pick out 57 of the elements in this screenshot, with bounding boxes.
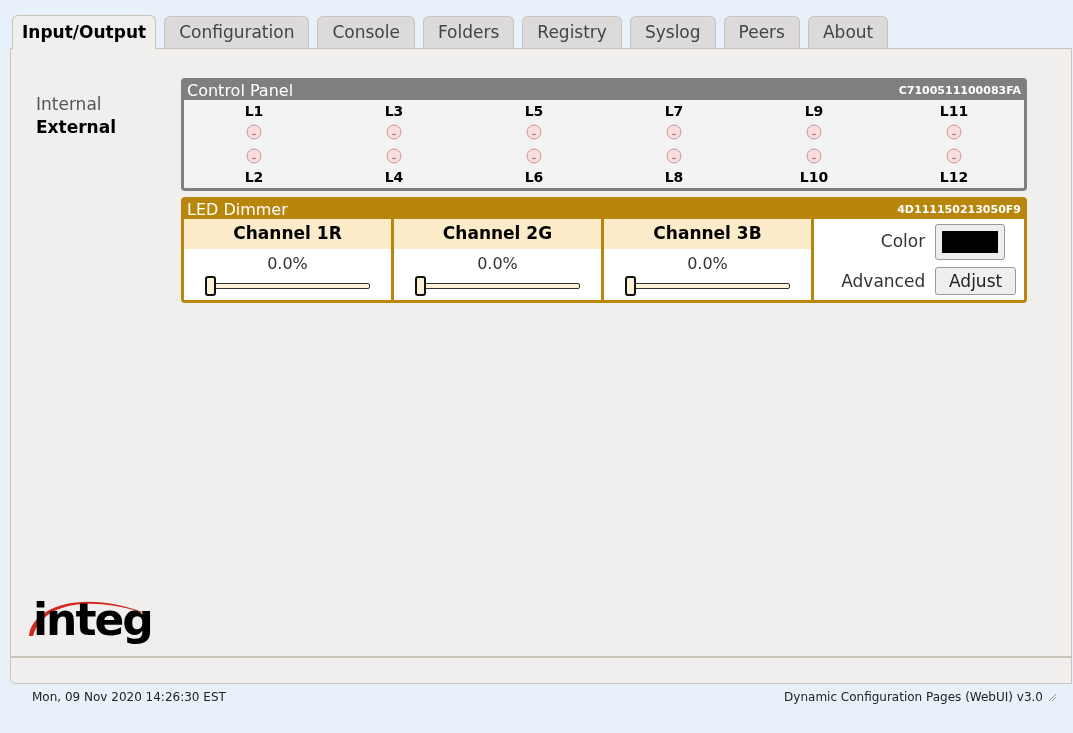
channel-header: Channel 1R [184,219,391,249]
serial-number: C7100511100083FA [898,85,1021,96]
slider-thumb[interactable] [625,276,636,296]
channel-header: Channel 2G [394,219,601,249]
color-picker[interactable] [935,223,1006,260]
lamp-icon[interactable] [526,124,542,140]
tab[interactable]: Registry [522,16,622,48]
panel-title: Control Panel [187,82,294,99]
lamp-label: L7 [664,102,684,120]
tab[interactable]: Folders [422,16,515,48]
lamp-label: L2 [244,168,264,186]
lamp-icon[interactable] [526,148,542,164]
lamp-icon[interactable] [666,148,682,164]
adjust-button[interactable]: Adjust [935,267,1016,296]
lamp-icon[interactable] [666,124,682,140]
panel-title: LED Dimmer [187,201,288,218]
field-label: Advanced [840,269,926,293]
sidebar-item[interactable]: External [36,116,181,139]
tab[interactable]: About [807,16,889,48]
lamp-icon[interactable] [386,148,402,164]
lamp-label: L6 [524,168,544,186]
lamp-icon[interactable] [806,148,822,164]
datetime-text: Mon, 09 Nov 2020 14:26:30 EST [32,689,226,706]
percent-reading: 0.0% [266,253,309,275]
lamp-label: L8 [664,168,684,186]
lamp-icon[interactable] [806,124,822,140]
lamp-label: L4 [384,168,404,186]
percent-reading: 0.0% [476,253,519,275]
channel-header: Channel 3B [604,219,811,249]
percent-reading: 0.0% [686,253,729,275]
tab[interactable]: Peers [723,16,800,48]
serial-number: 4D111150213050F9 [897,204,1021,215]
slider-thumb[interactable] [415,276,426,296]
slider[interactable] [205,276,370,296]
field-label: Color [879,230,926,253]
slider-thumb[interactable] [205,276,216,296]
slider[interactable] [625,276,790,296]
lamp-icon[interactable] [386,124,402,140]
resize-grip-icon[interactable] [1047,692,1057,702]
lamp-label: L9 [804,102,824,120]
lamp-icon[interactable] [946,124,962,140]
tab[interactable]: Syslog [629,16,716,48]
product-version-text: Dynamic Configuration Pages (WebUI) v3.0 [784,689,1043,706]
lamp-label: L1 [244,102,264,120]
lamp-label: L10 [799,168,829,186]
lamp-label: L5 [524,102,544,120]
lamp-icon[interactable] [246,148,262,164]
lamp-label: L12 [939,168,969,186]
lamp-icon[interactable] [246,124,262,140]
lamp-label: L11 [939,102,969,120]
slider[interactable] [415,276,580,296]
lamp-label: L3 [384,102,404,120]
lamp-icon[interactable] [946,148,962,164]
tab[interactable]: Configuration [164,16,310,48]
sidebar-item[interactable]: Internal [36,93,181,116]
tab[interactable]: Input/Output [12,15,157,49]
tab[interactable]: Console [317,16,415,48]
